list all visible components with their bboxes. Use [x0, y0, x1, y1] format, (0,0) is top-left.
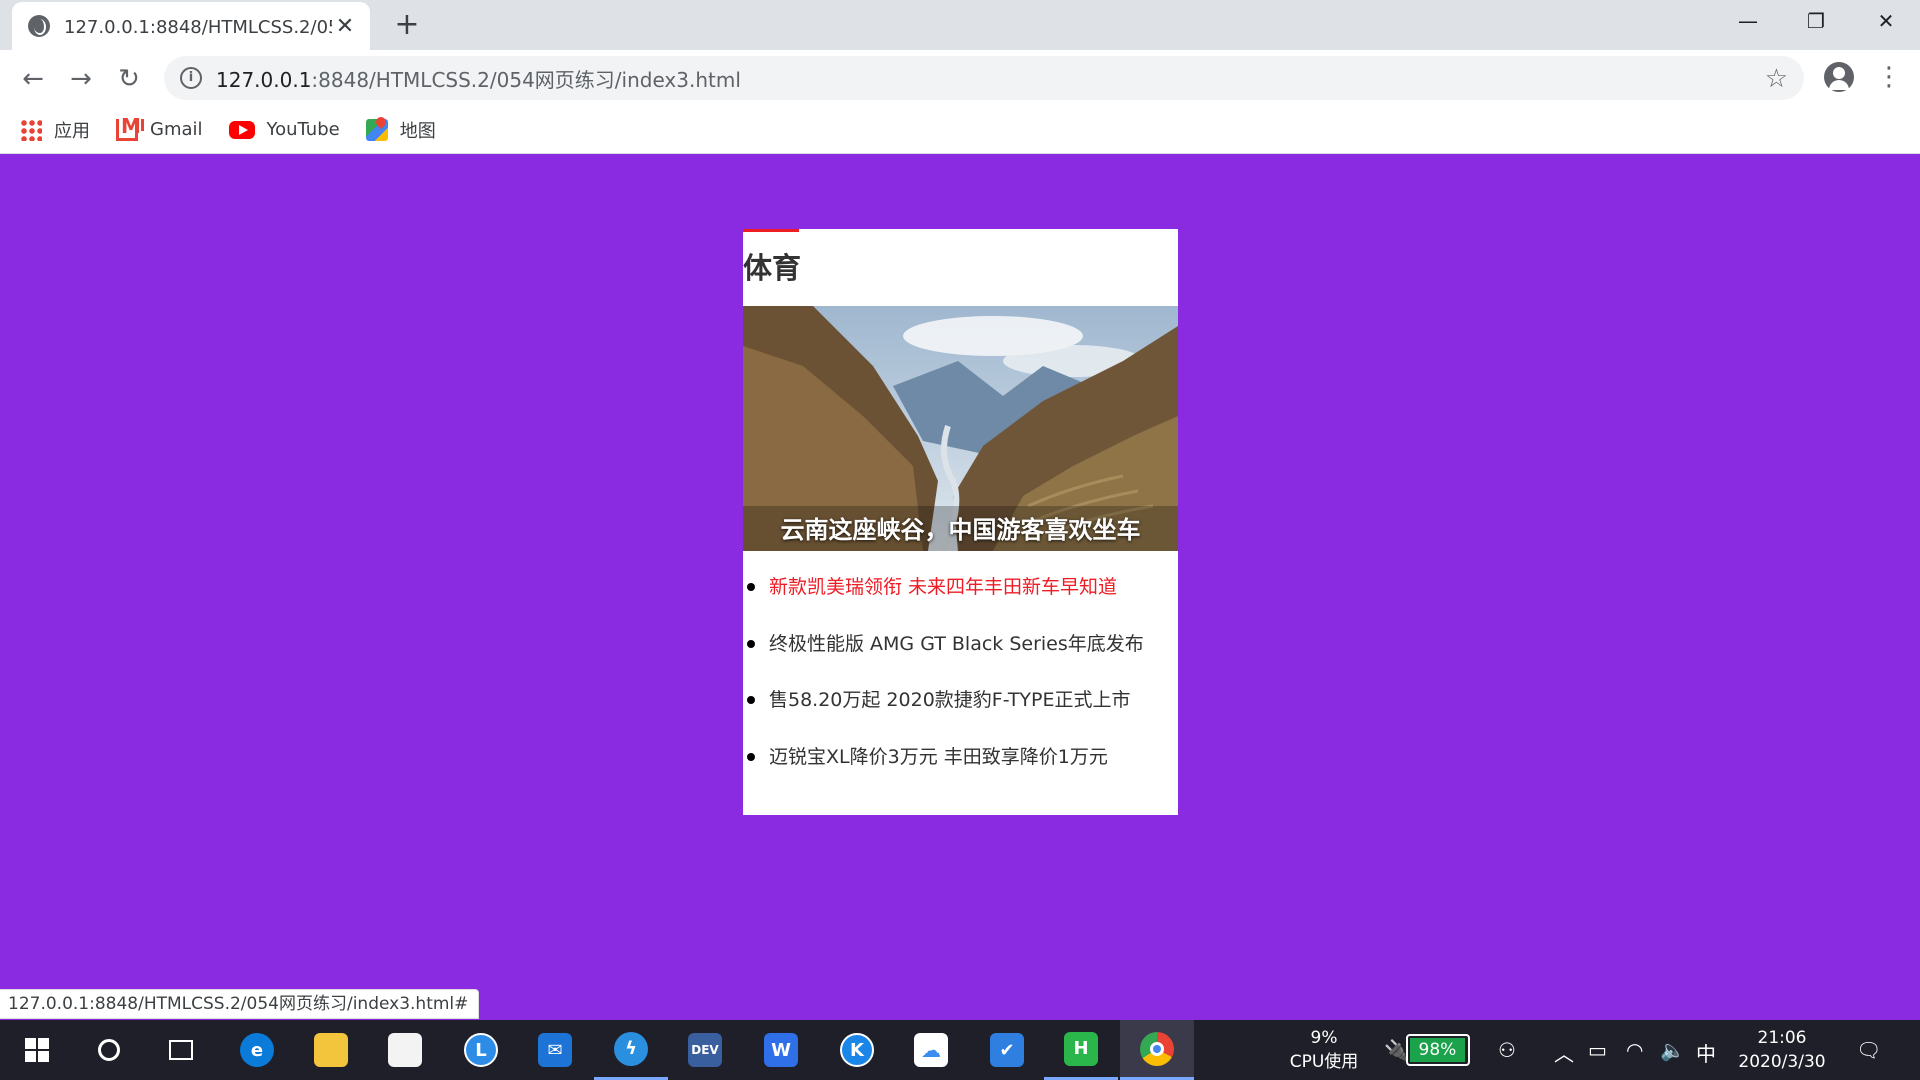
- restore-button[interactable]: ❐: [1782, 0, 1850, 42]
- profile-icon[interactable]: [1824, 62, 1854, 92]
- bookmark-apps[interactable]: 应用: [20, 117, 90, 143]
- news-item[interactable]: 新款凯美瑞领衔 未来四年丰田新车早知道: [743, 571, 1178, 628]
- menu-icon[interactable]: ⋮: [1876, 62, 1902, 96]
- taskbar-store[interactable]: [368, 1020, 442, 1080]
- bookmarks-bar: 应用 Gmail YouTube 地图: [0, 106, 1920, 154]
- url-path: :8848/HTMLCSS.2/054网页练习/index3.html: [311, 67, 741, 92]
- news-list: 新款凯美瑞领衔 未来四年丰田新车早知道 终极性能版 AMG GT Black S…: [743, 571, 1178, 797]
- clock-time: 21:06: [1757, 1028, 1807, 1048]
- address-bar[interactable]: i 127.0.0.1:8848/HTMLCSS.2/054网页练习/index…: [164, 56, 1804, 100]
- youtube-icon: [228, 120, 255, 139]
- taskbar-baidu-netdisk[interactable]: ☁: [894, 1020, 968, 1080]
- taskbar-wps[interactable]: W: [744, 1020, 818, 1080]
- people-icon[interactable]: ⚇: [1498, 1038, 1516, 1062]
- news-item[interactable]: 终极性能版 AMG GT Black Series年底发布: [743, 628, 1178, 685]
- sports-news-card: 体育 云南这座峡谷，中国游客喜欢坐车 新款凯美瑞领衔 未来四年丰田新车早知道 终…: [743, 229, 1178, 815]
- bookmark-youtube[interactable]: YouTube: [228, 119, 340, 140]
- new-tab-button[interactable]: +: [390, 8, 424, 42]
- close-tab-icon[interactable]: ✕: [332, 14, 358, 39]
- taskbar-kugou[interactable]: K: [820, 1020, 894, 1080]
- close-window-button[interactable]: ✕: [1852, 0, 1920, 42]
- tab-strip: 127.0.0.1:8848/HTMLCSS.2/054网页练习/index3.…: [0, 0, 1920, 50]
- featured-image-link[interactable]: 云南这座峡谷，中国游客喜欢坐车: [743, 306, 1178, 551]
- url-host: 127.0.0.1: [216, 67, 312, 92]
- clock-date: 2020/3/30: [1738, 1052, 1826, 1072]
- bookmark-maps[interactable]: 地图: [365, 117, 436, 143]
- link-status-bubble: 127.0.0.1:8848/HTMLCSS.2/054网页练习/index3.…: [0, 989, 480, 1019]
- taskbar-todo[interactable]: ✔: [970, 1020, 1044, 1080]
- title-accent-bar: [743, 229, 799, 232]
- reload-button[interactable]: ↻: [112, 62, 146, 96]
- edge-icon: e: [240, 1033, 274, 1067]
- taskbar-devcpp[interactable]: DEV: [668, 1020, 742, 1080]
- battery-percent: 98%: [1410, 1038, 1465, 1062]
- mail-icon: ✉: [538, 1033, 572, 1067]
- clock[interactable]: 21:06 2020/3/30: [1728, 1026, 1836, 1074]
- taskbar-hbuilder[interactable]: H: [1044, 1020, 1118, 1080]
- forward-button[interactable]: →: [64, 62, 98, 96]
- cpu-label: CPU使用: [1289, 1052, 1359, 1072]
- cpu-usage: 9% CPU使用: [1276, 1026, 1372, 1074]
- taskbar-mail[interactable]: ✉: [518, 1020, 592, 1080]
- browser-toolbar: ← → ↻ i 127.0.0.1:8848/HTMLCSS.2/054网页练习…: [0, 50, 1920, 106]
- minimize-button[interactable]: —: [1714, 0, 1782, 42]
- cpu-percent: 9%: [1310, 1028, 1338, 1048]
- volume-icon[interactable]: 🔈: [1660, 1038, 1685, 1062]
- wifi-icon[interactable]: ◠: [1626, 1038, 1643, 1062]
- windows-logo-icon: [25, 1038, 49, 1062]
- notifications-icon[interactable]: 🗨: [1856, 1038, 1881, 1062]
- globe-icon: [28, 15, 50, 37]
- browser-tab[interactable]: 127.0.0.1:8848/HTMLCSS.2/054网页练习/index3.…: [12, 2, 370, 50]
- chevron-up-icon[interactable]: ︿: [1554, 1038, 1574, 1067]
- gmail-icon: [116, 114, 144, 141]
- bookmark-label: Gmail: [150, 119, 203, 140]
- windows-taskbar: e L ✉ ϟ DEV W K ☁ ✔ H 9% CPU使用 🔌 98% ⚇ ︿…: [0, 1020, 1920, 1080]
- task-view-icon: [169, 1040, 193, 1060]
- folder-icon: [314, 1033, 348, 1067]
- bookmark-label: 地图: [399, 120, 436, 142]
- card-title: 体育: [743, 251, 802, 285]
- hbuilder-icon: H: [1064, 1031, 1098, 1066]
- bookmark-star-icon[interactable]: ☆: [1765, 64, 1788, 94]
- taskbar-explorer[interactable]: [294, 1020, 368, 1080]
- taskbar-app-l[interactable]: L: [444, 1020, 518, 1080]
- wps-icon: W: [764, 1033, 798, 1067]
- ime-indicator[interactable]: 中: [1696, 1038, 1716, 1067]
- devcpp-icon: DEV: [688, 1033, 722, 1067]
- tab-title: 127.0.0.1:8848/HTMLCSS.2/054网页练习/index3.…: [64, 17, 332, 38]
- bookmark-label: YouTube: [266, 119, 340, 140]
- taskbar-edge[interactable]: e: [220, 1020, 294, 1080]
- chrome-icon: [1140, 1031, 1174, 1066]
- start-button[interactable]: [0, 1020, 74, 1080]
- search-button[interactable]: [72, 1020, 146, 1080]
- task-view-button[interactable]: [144, 1020, 218, 1080]
- l-app-icon: L: [464, 1033, 498, 1067]
- url-text: 127.0.0.1:8848/HTMLCSS.2/054网页练习/index3.…: [216, 64, 741, 93]
- bookmark-label: 应用: [54, 120, 90, 142]
- back-button[interactable]: ←: [16, 62, 50, 96]
- cloud-icon: ☁: [914, 1033, 948, 1067]
- cortana-icon: [98, 1039, 120, 1061]
- lightning-icon: ϟ: [614, 1031, 648, 1066]
- maps-icon: [365, 118, 388, 141]
- battery-indicator[interactable]: 98%: [1406, 1034, 1470, 1066]
- kugou-icon: K: [840, 1033, 874, 1067]
- news-item[interactable]: 售58.20万起 2020款捷豹F-TYPE正式上市: [743, 684, 1178, 741]
- checkbox-icon: ✔: [990, 1033, 1024, 1067]
- image-caption: 云南这座峡谷，中国游客喜欢坐车: [780, 516, 1141, 544]
- info-icon[interactable]: i: [180, 67, 202, 89]
- taskbar-chrome[interactable]: [1120, 1020, 1194, 1080]
- apps-icon: [20, 118, 42, 141]
- bookmark-gmail[interactable]: Gmail: [116, 114, 203, 141]
- news-item[interactable]: 迈锐宝XL降价3万元 丰田致享降价1万元: [743, 741, 1178, 798]
- store-icon: [388, 1033, 422, 1067]
- battery-icon[interactable]: ▭: [1588, 1038, 1607, 1062]
- taskbar-lightning-app[interactable]: ϟ: [594, 1020, 668, 1080]
